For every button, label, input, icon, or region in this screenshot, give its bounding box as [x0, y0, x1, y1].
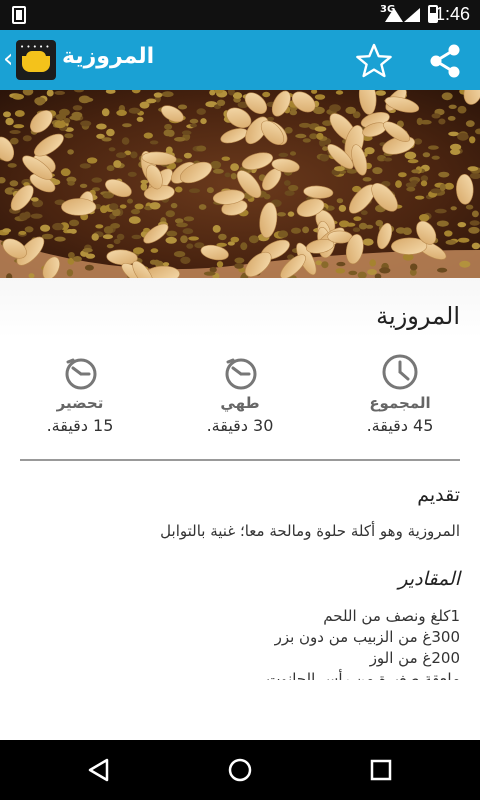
back-triangle-icon[interactable]	[86, 757, 112, 783]
app-bar: ‹ • • • • • المروزية	[0, 30, 480, 90]
signal-icon	[404, 8, 420, 22]
prep-time: تحضير 15 دقيقة.	[20, 352, 140, 435]
ingredient-item: 200غ من الوز	[369, 649, 460, 667]
recipe-title: المروزية	[376, 302, 460, 330]
cook-timer-icon	[225, 358, 257, 390]
prep-timer-icon	[65, 358, 97, 390]
ingredient-item: 300غ من الزبيب من دون بزر	[274, 628, 460, 646]
ingredients-heading: المقادير	[398, 568, 460, 590]
app-bar-title: المروزية	[62, 44, 155, 69]
status-bar: 3G 1:46	[0, 0, 480, 30]
intro-text: المروزية وهو أكلة حلوة ومالحة معا؛ غنية …	[160, 522, 460, 540]
ingredient-item: ملعقة صغيرة من رأس الحانوت	[266, 670, 460, 680]
app-logo[interactable]: • • • • •	[16, 40, 56, 80]
total-value: 45 دقيقة.	[366, 416, 434, 435]
star-icon[interactable]	[355, 42, 393, 80]
recipe-photo	[0, 90, 480, 278]
total-label: المجموع	[369, 394, 431, 412]
share-icon[interactable]	[426, 42, 464, 80]
wifi-icon	[385, 8, 403, 22]
cook-label: طهي	[220, 394, 260, 412]
recents-square-icon[interactable]	[368, 757, 394, 783]
back-chevron-icon[interactable]: ‹	[3, 46, 13, 72]
divider	[20, 459, 460, 461]
recipe-content[interactable]: المروزية تحضير 15 دقيقة. طهي 30 دقيقة. ا…	[0, 278, 480, 680]
clock-icon	[382, 354, 418, 390]
status-time: 1:46	[434, 4, 470, 24]
sd-card-icon	[12, 6, 26, 24]
navigation-bar	[0, 740, 480, 800]
prep-label: تحضير	[56, 394, 104, 412]
intro-heading: تقديم	[417, 484, 460, 506]
prep-value: 15 دقيقة.	[46, 416, 114, 435]
cook-time: طهي 30 دقيقة.	[180, 352, 300, 435]
ingredient-item: 1كلغ ونصف من اللحم	[323, 607, 460, 625]
cook-value: 30 دقيقة.	[206, 416, 274, 435]
home-circle-icon[interactable]	[227, 757, 253, 783]
ingredients-list: 1كلغ ونصف من اللحم 300غ من الزبيب من دون…	[266, 606, 460, 680]
total-time: المجموع 45 دقيقة.	[340, 352, 460, 435]
